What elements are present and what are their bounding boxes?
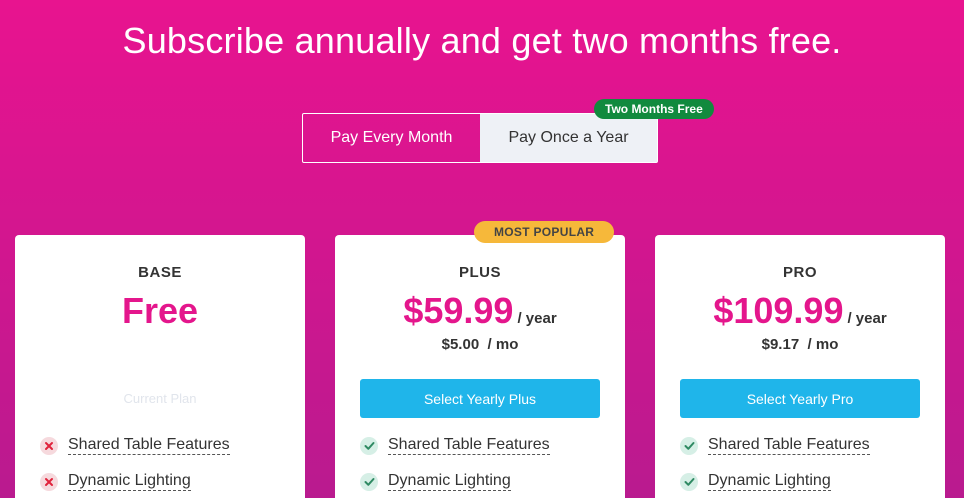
monthly-price-row: $9.17 / mo [655,336,945,353]
monthly-period: / mo [487,336,519,353]
price-row: $59.99/ year [335,290,625,332]
plan-name: BASE [138,264,182,281]
plan-name: PRO [782,264,817,281]
billing-toggle: Pay Every Month Pay Once a Year [302,113,658,163]
feature-label[interactable]: Dynamic Lighting [708,472,831,491]
plan-price: $109.99 [713,290,844,331]
check-icon [360,436,378,455]
x-icon [40,472,58,491]
two-months-free-badge: Two Months Free [594,99,714,119]
plan-card-pro: PRO $109.99/ year $9.17 / mo Select Year… [655,235,945,498]
price-period: / year [847,310,887,327]
price-row: $109.99/ year [655,290,945,332]
select-yearly-pro-button[interactable]: Select Yearly Pro [680,379,920,418]
feature-label[interactable]: Dynamic Lighting [388,472,511,491]
monthly-price: $5.00 [441,336,480,353]
feature-label[interactable]: Dynamic Lighting [68,472,191,491]
feature-item: Shared Table Features [360,436,550,455]
plan-card-plus: PLUS $59.99/ year $5.00 / mo Select Year… [335,235,625,498]
feature-label[interactable]: Shared Table Features [68,436,230,455]
page-headline: Subscribe annually and get two months fr… [122,20,842,61]
check-icon [680,436,698,455]
price-row: Free [15,290,305,332]
feature-item: Dynamic Lighting [40,472,191,491]
pay-yearly-button[interactable]: Pay Once a Year [480,114,657,162]
monthly-price-row: $5.00 / mo [335,336,625,353]
monthly-period: / mo [807,336,839,353]
select-yearly-plus-button[interactable]: Select Yearly Plus [360,379,600,418]
feature-item: Dynamic Lighting [360,472,511,491]
x-icon [40,436,58,455]
feature-item: Shared Table Features [680,436,870,455]
feature-label[interactable]: Shared Table Features [388,436,550,455]
most-popular-badge: MOST POPULAR [474,221,615,243]
check-icon [360,472,378,491]
plan-name: PLUS [458,264,501,281]
plan-card-base: BASE Free Current Plan Shared Table Feat… [15,235,305,498]
plan-price: $59.99 [403,290,514,331]
feature-item: Dynamic Lighting [680,472,831,491]
check-icon [680,472,698,491]
feature-label[interactable]: Shared Table Features [708,436,870,455]
feature-item: Shared Table Features [40,436,230,455]
monthly-price: $9.17 [761,336,800,353]
current-plan-label: Current Plan [123,391,197,406]
price-period: / year [517,310,557,327]
pay-monthly-button[interactable]: Pay Every Month [303,114,480,162]
plan-price: Free [121,290,199,331]
